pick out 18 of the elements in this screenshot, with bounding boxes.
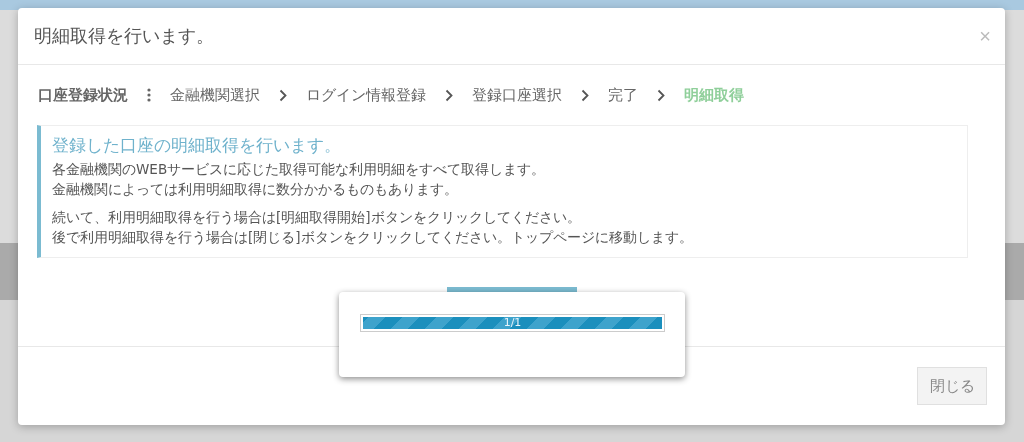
close-dialog-button[interactable]: 閉じる [917, 367, 987, 405]
close-button[interactable]: × [979, 24, 991, 48]
chevron-right-icon [279, 88, 287, 102]
step-label: 完了 [608, 85, 638, 105]
info-paragraph: 続いて、利用明細取得を行う場合は[明細取得開始]ボタンをクリックしてください。 後で利用明細取得を行う場合は[閉じる]ボタンをクリックしてください。トップページに移動します。 [52, 208, 694, 247]
chevron-right-icon [445, 88, 453, 102]
chevron-right-icon [581, 88, 589, 102]
info-heading: 登録した口座の明細取得を行います。 [52, 134, 342, 157]
step-label: 登録口座選択 [472, 85, 562, 105]
step-label: 金融機関選択 [170, 85, 260, 105]
status-label: 口座登録状況 [38, 85, 128, 105]
step-label: ログイン情報登録 [306, 85, 426, 105]
more-vertical-icon [147, 88, 151, 102]
dialog-title: 明細取得を行います。 [34, 24, 214, 48]
info-paragraph: 各金融機関のWEBサービスに応じた取得可能な利用明細をすべて取得します。 金融機関によっては利用明細取得に数分かかるものもあります。 [52, 160, 547, 199]
progress-label: 1/1 [502, 315, 523, 331]
chevron-right-icon [657, 88, 665, 102]
step-label: 明細取得 [684, 85, 744, 105]
